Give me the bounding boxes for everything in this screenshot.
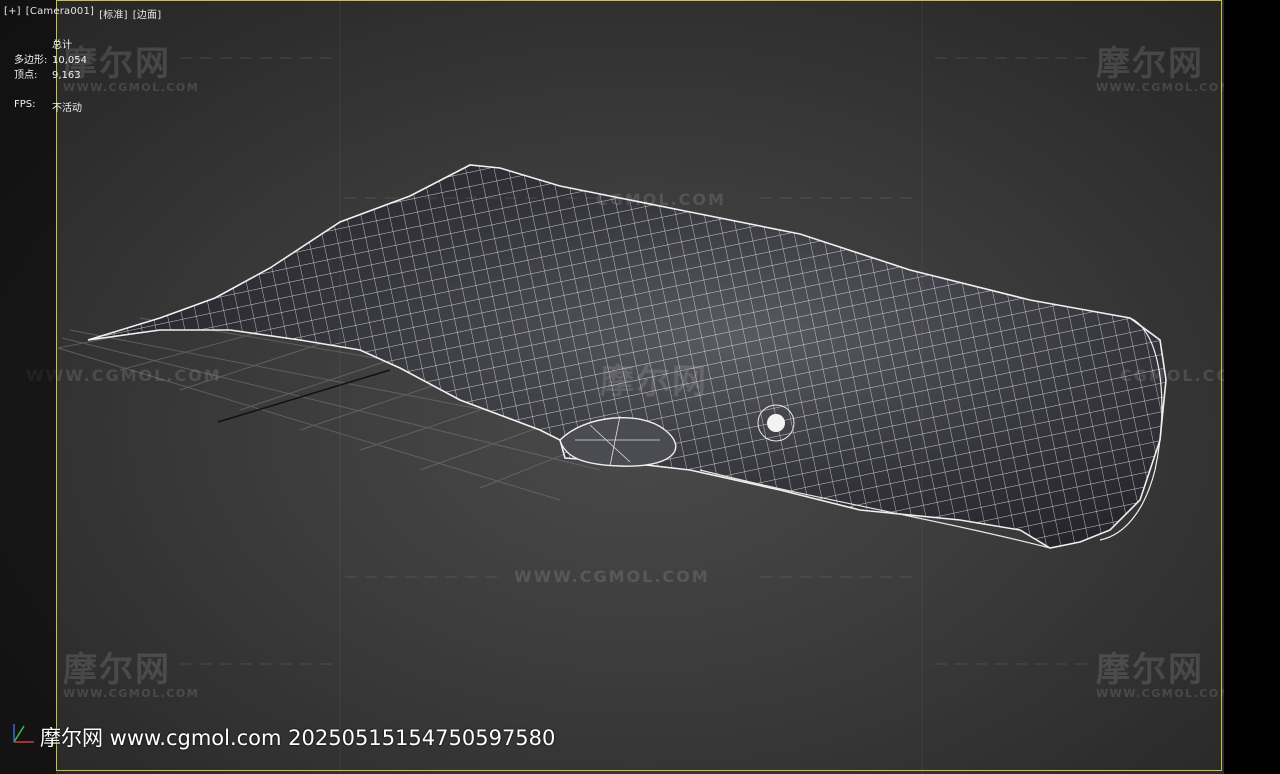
watermark-url-bottom: WWW.CGMOL.COM — [514, 567, 710, 586]
fps-value: 不活动 — [52, 103, 82, 114]
camera-viewport[interactable]: 摩尔网 WWW.CGMOL.COM 摩尔网 WWW.CGMOL.COM 摩尔网 摩尔… — [0, 0, 1280, 774]
whale-eye — [767, 414, 785, 432]
viewport-point-of-view-menu[interactable]: [Camera001] — [26, 6, 94, 21]
letterbox-right — [1224, 0, 1280, 774]
stats-header: 总计 — [52, 40, 72, 51]
statistics-overlay: 总计 多边形: 10,054 顶点: 9,163 — [14, 38, 87, 83]
viewport-display-menu[interactable]: [边面] — [133, 6, 162, 21]
watermark-logo-bottom-left: 摩尔网 WWW.CGMOL.COM — [63, 650, 200, 700]
watermark-logo-bottom-right: 摩尔网 WWW.CGMOL.COM — [1096, 650, 1233, 700]
watermark-url-top: CGMOL.COM — [596, 190, 726, 209]
fps-readout: FPS: 不活动 — [14, 99, 82, 114]
watermark-logo-top-right: 摩尔网 WWW.CGMOL.COM — [1096, 44, 1233, 94]
grid-axis-line — [217, 369, 391, 423]
axis-tripod-icon — [13, 724, 34, 743]
vertices-value: 9,163 — [52, 70, 81, 81]
watermark-logo-center: 摩尔网 — [600, 362, 708, 402]
fps-label: FPS: — [14, 99, 36, 110]
polygons-label: 多边形: — [14, 55, 48, 66]
viewport-label-menu[interactable]: [+] [Camera001] [标准] [边面] — [4, 6, 161, 21]
letterbox-left — [0, 0, 56, 774]
vertices-label: 顶点: — [14, 70, 38, 81]
viewport-shading-menu[interactable]: [标准] — [99, 6, 128, 21]
viewport-general-menu[interactable]: [+] — [4, 6, 21, 21]
polygons-value: 10,054 — [52, 55, 87, 66]
footer-watermark: 摩尔网 www.cgmol.com 20250515154750597580 — [40, 726, 556, 750]
